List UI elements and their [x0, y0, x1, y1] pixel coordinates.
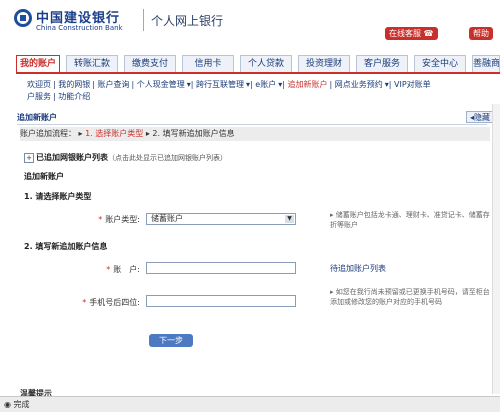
subnav-add-account[interactable]: 追加新账户 [287, 80, 327, 89]
page-done-icon: ◉ [4, 400, 11, 409]
subnav-welcome[interactable]: 欢迎页 [27, 80, 51, 89]
step2-title: 2. 填写新追加账户信息 [24, 242, 108, 251]
account-label: * 账 户: [60, 264, 140, 275]
header-bar: 中国建设银行 China Construction Bank 个人网上银行 在线… [0, 0, 500, 47]
pending-accounts-link[interactable]: 待追加账户列表 [330, 263, 386, 274]
tab-my-account[interactable]: 我的账户 [16, 55, 60, 72]
added-accounts-hint: （点击此处显示已追加网银账户列表） [108, 154, 227, 162]
tab-shanrong[interactable]: 善融商 [472, 55, 500, 72]
tab-payment[interactable]: 缴费支付 [124, 55, 176, 72]
expand-plus-icon: + [24, 152, 34, 163]
account-type-value: 储蓄账户 [151, 214, 183, 223]
phone-label: * 手机号后四位: [40, 297, 140, 308]
hide-button[interactable]: ◂隐藏 [466, 111, 494, 123]
next-button[interactable]: 下一步 [149, 334, 193, 347]
steps-prefix: 账户追加流程： [20, 129, 76, 138]
account-type-select[interactable]: 储蓄账户 ▼ [146, 213, 296, 225]
tab-transfer[interactable]: 转账汇款 [66, 55, 118, 72]
step-1: 1. 选择账户类型 [85, 129, 144, 138]
section-title: 追加新账户 [17, 112, 487, 125]
step1-title: 1. 请选择账户类型 [24, 192, 92, 201]
phone-label-text: 手机号后四位: [89, 298, 140, 307]
account-input[interactable] [146, 262, 296, 274]
bank-name-en: China Construction Bank [36, 24, 123, 32]
hide-label: 隐藏 [474, 113, 490, 122]
status-text: 完成 [13, 400, 30, 409]
sub-navigation: 欢迎页 | 我的网银 | 账户查询 | 个人现金管理 ▾| 跨行互联管理 ▾| e账户 ▾|… [27, 80, 431, 101]
account-label-text: 账 户: [113, 265, 140, 274]
account-type-hint: ▸ 储蓄账户包括龙卡通、理财卡、准贷记卡、储蓄存折等账户 [330, 210, 490, 230]
tab-personal-loan[interactable]: 个人贷款 [240, 55, 292, 72]
phone-last4-input[interactable] [146, 295, 296, 307]
subnav-account-query[interactable]: 账户查询 [98, 80, 130, 89]
required-mark: * [82, 298, 87, 307]
online-service-label: 在线客服 [389, 29, 421, 38]
subnav-feature-intro[interactable]: 功能介绍 [58, 92, 90, 101]
tab-security-center[interactable]: 安全中心 [414, 55, 466, 72]
added-accounts-label: 已追加网银账户列表 [36, 153, 108, 162]
subnav-my-ebank[interactable]: 我的网银 [58, 80, 90, 89]
added-accounts-toggle[interactable]: + 已追加网银账户列表（点击此处显示已追加网银账户列表） [24, 152, 227, 163]
form-heading: 追加新账户 [24, 172, 64, 181]
tab-credit-card[interactable]: 信用卡 [182, 55, 234, 72]
account-type-label: * 账户类型: [60, 214, 140, 225]
online-service-button[interactable]: 在线客服 ☎ [385, 27, 438, 40]
portal-title: 个人网上银行 [151, 14, 224, 28]
chevron-down-icon[interactable]: ▼ [285, 215, 294, 223]
required-mark: * [98, 215, 103, 224]
header-divider [143, 9, 144, 31]
headset-icon: ☎ [423, 29, 434, 38]
main-tabs: 我的账户 转账汇款 缴费支付 信用卡 个人贷款 投资理财 客户服务 安全中心 善… [16, 55, 500, 74]
subnav-vip-statement[interactable]: VIP对账单 [394, 80, 431, 89]
help-button[interactable]: 帮助 [469, 27, 493, 40]
subnav-e-account[interactable]: e账户 [255, 80, 276, 89]
ccb-logo-icon [14, 9, 32, 27]
phone-hint-text: 如您在我行尚未预留或已更换手机号码，请至柜台添加或修改您的账户对应的手机号码 [330, 288, 490, 306]
phone-hint: ▸ 如您在我行尚未预留或已更换手机号码，请至柜台添加或修改您的账户对应的手机号码 [330, 287, 490, 307]
account-type-hint-text: 储蓄账户包括龙卡通、理财卡、准贷记卡、储蓄存折等账户 [330, 211, 490, 229]
subnav-branch-booking[interactable]: 网点业务预约 [335, 80, 383, 89]
required-mark: * [106, 265, 111, 274]
subnav-cash-management[interactable]: 个人现金管理 [137, 80, 185, 89]
help-label: 帮助 [473, 29, 489, 38]
status-bar: ◉ 完成 [0, 396, 500, 412]
subnav-account-service[interactable]: 户服务 [27, 92, 51, 101]
tab-customer-service[interactable]: 客户服务 [356, 55, 408, 72]
step-2: 2. 填写新追加账户信息 [152, 129, 235, 138]
process-steps: 账户追加流程： ▸ 1. 选择账户类型 ▸ 2. 填写新追加账户信息 [20, 127, 490, 141]
account-type-label-text: 账户类型: [105, 215, 140, 224]
tab-investment[interactable]: 投资理财 [298, 55, 350, 72]
vertical-scrollbar[interactable] [492, 104, 500, 394]
subnav-interbank[interactable]: 跨行互联管理 [196, 80, 244, 89]
